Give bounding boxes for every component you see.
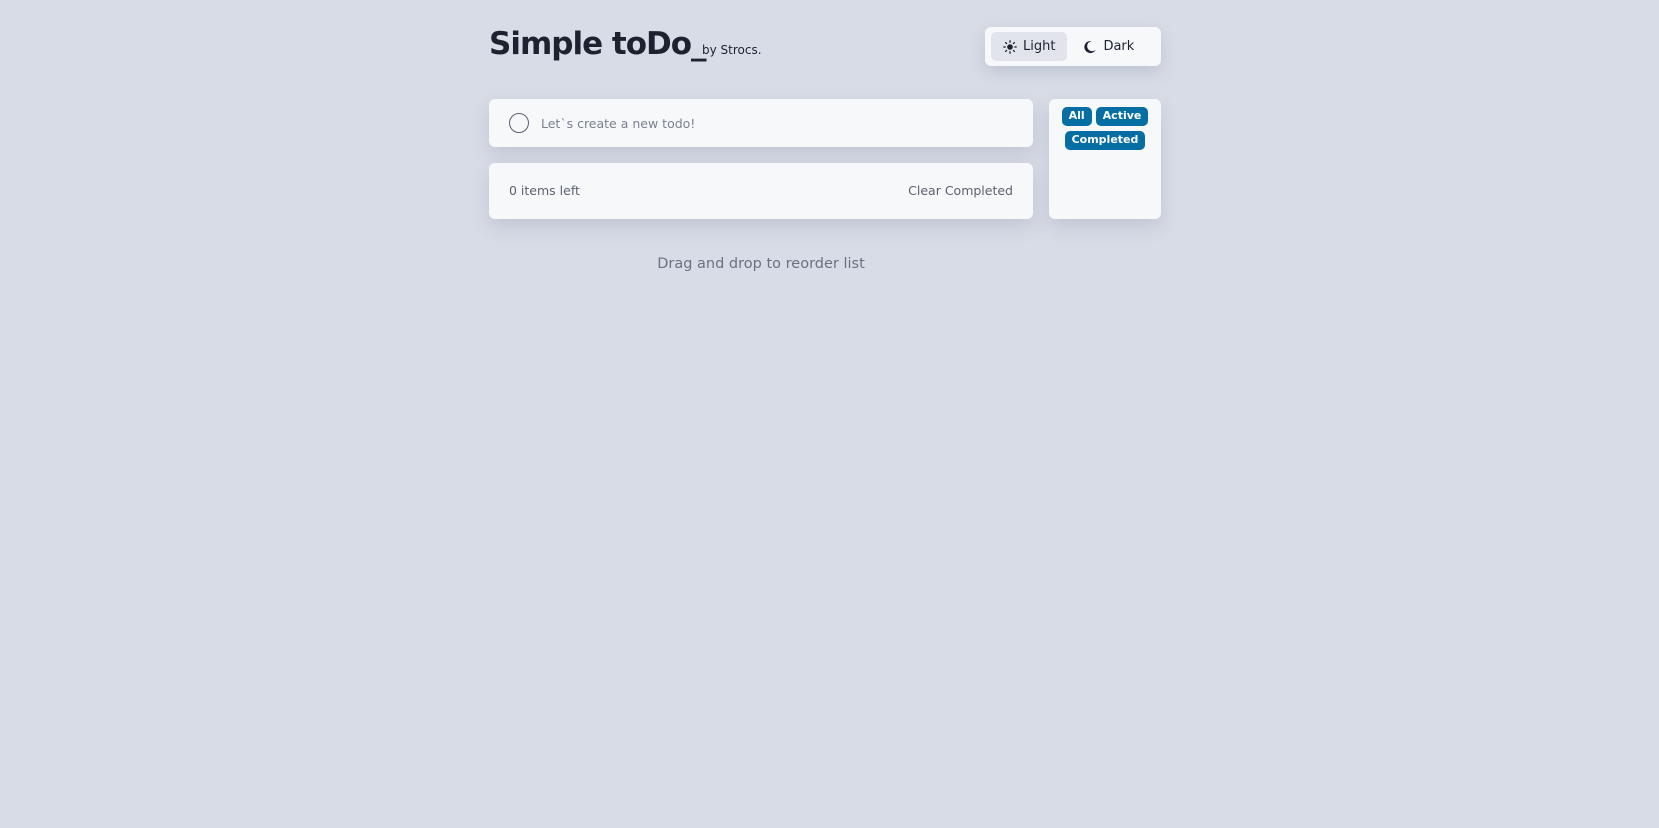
light-theme-button[interactable]: Light — [991, 32, 1068, 61]
todo-app: Simple toDo_ by Strocs. Light Dark Let`s… — [489, 0, 1161, 828]
reorder-hint: Drag and drop to reorder list — [657, 256, 865, 272]
filter-all-button[interactable]: All — [1061, 107, 1092, 126]
dark-theme-button[interactable]: Dark — [1071, 32, 1146, 61]
new-todo-checkbox[interactable] — [509, 113, 529, 133]
filter-row: All Active — [1049, 107, 1161, 126]
dark-theme-label: Dark — [1103, 39, 1135, 54]
new-todo-card — [489, 99, 1033, 147]
page-title: Simple toDo_ — [489, 26, 707, 62]
light-theme-label: Light — [1023, 39, 1056, 54]
theme-switch: Light Dark — [985, 27, 1161, 66]
sun-icon — [1003, 39, 1017, 54]
new-todo-input[interactable] — [541, 107, 1011, 139]
author-byline: by Strocs. — [702, 43, 762, 57]
filter-panel: All Active Completed — [1049, 99, 1161, 219]
clear-completed-button[interactable]: Clear Completed — [908, 183, 1013, 198]
app-header: Simple toDo_ by Strocs. Light Dark — [489, 24, 1161, 68]
filter-completed-button[interactable]: Completed — [1064, 131, 1146, 150]
moon-icon — [1083, 40, 1097, 54]
todo-list-footer: 0 items left Clear Completed — [489, 163, 1033, 219]
filter-active-button[interactable]: Active — [1095, 107, 1149, 126]
items-left-count: 0 items left — [509, 183, 580, 198]
filter-row: Completed — [1049, 131, 1161, 150]
